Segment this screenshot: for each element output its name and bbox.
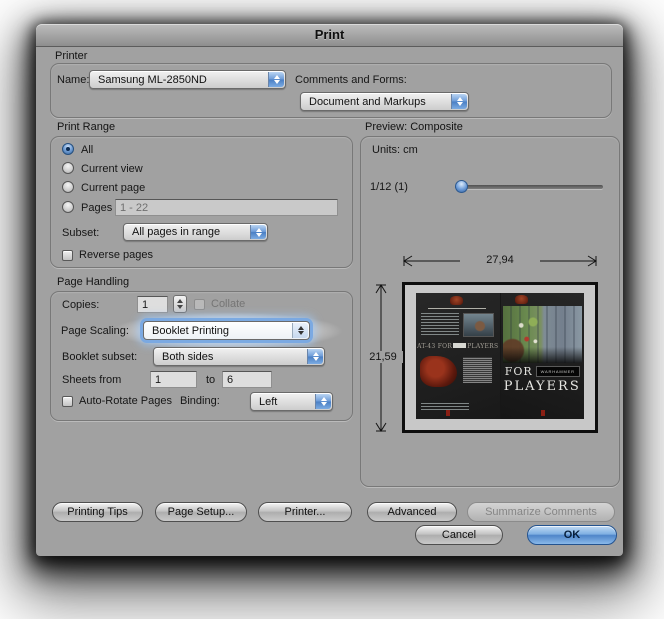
page-setup-button[interactable]: Page Setup... (155, 502, 247, 522)
comments-forms-label: Comments and Forms: (295, 74, 407, 86)
sheets-from-input[interactable] (150, 371, 197, 388)
printer-button[interactable]: Printer... (258, 502, 352, 522)
auto-rotate-checkbox[interactable] (62, 396, 73, 407)
popup-arrows-icon (292, 323, 308, 338)
page-scaling-label: Page Scaling: (61, 325, 129, 337)
popup-arrows-icon (250, 225, 266, 239)
binding-label: Binding: (180, 395, 220, 407)
booklet-front-cover: FOR WARHAMMER PLAYERS (500, 293, 584, 419)
ok-button[interactable]: OK (527, 525, 617, 545)
miniature-photo (462, 313, 494, 337)
sheets-to-label: to (206, 374, 216, 386)
binding-value: Left (259, 395, 278, 408)
reverse-pages-checkbox[interactable] (62, 250, 73, 261)
publisher-emblem-icon (514, 295, 528, 304)
binding-select[interactable]: Left (250, 392, 333, 411)
miniatures-photo (502, 306, 582, 363)
page-handling-section-label: Page Handling (57, 276, 130, 288)
printer-section-label: Printer (55, 50, 88, 62)
pages-range-input[interactable] (115, 199, 338, 216)
summarize-comments-button: Summarize Comments (467, 502, 615, 522)
preview-page-thumbnail: AT-43 FOR PLAYERS FOR WARHAMMER PLAYERS (402, 282, 598, 433)
red-artwork (420, 356, 457, 387)
subset-label: Subset: (62, 227, 100, 239)
auto-rotate-label: Auto-Rotate Pages (79, 395, 172, 407)
publisher-emblem-icon (450, 296, 463, 305)
preview-zoom-slider-track[interactable] (455, 185, 603, 189)
screenshot-canvas: Print Printer Name: Samsung ML-2850ND Co… (0, 0, 664, 619)
radio-pages-label: Pages (81, 202, 113, 214)
popup-arrows-icon (268, 72, 284, 87)
radio-all[interactable] (62, 143, 74, 155)
popup-arrows-icon (307, 349, 323, 364)
booklet-spread: AT-43 FOR PLAYERS FOR WARHAMMER PLAYERS (416, 293, 584, 419)
preview-section-label: Preview: Composite (365, 121, 463, 133)
fine-print-block (462, 357, 492, 383)
printer-name-value: Samsung ML-2850ND (98, 73, 207, 86)
booklet-subset-label: Booklet subset: (62, 351, 138, 363)
reverse-pages-label: Reverse pages (79, 249, 153, 261)
sheets-from-label: Sheets from (62, 374, 122, 386)
zoom-indicator: 1/12 (1) (370, 181, 408, 193)
printer-name-select[interactable]: Samsung ML-2850ND (89, 70, 286, 89)
radio-all-label: All (81, 144, 94, 156)
radio-pages[interactable] (62, 201, 74, 213)
collate-label: Collate (211, 298, 246, 310)
print-dialog: Print Printer Name: Samsung ML-2850ND Co… (36, 24, 623, 556)
subset-select[interactable]: All pages in range (123, 223, 268, 241)
page-scaling-select[interactable]: Booklet Printing (143, 321, 310, 340)
radio-current-view-label: Current view (81, 163, 143, 175)
printing-tips-button[interactable]: Printing Tips (52, 502, 143, 522)
units-label: Units: cm (372, 144, 418, 156)
back-cover-title: AT-43 FOR PLAYERS (417, 343, 499, 350)
width-dimension-value: 27,94 (460, 254, 540, 266)
advanced-button[interactable]: Advanced (367, 502, 457, 522)
booklet-subset-select[interactable]: Both sides (153, 347, 325, 366)
comments-forms-select[interactable]: Document and Markups (300, 92, 469, 111)
radio-current-page-label: Current page (81, 182, 146, 194)
copies-stepper[interactable] (173, 295, 187, 313)
printer-name-label: Name: (57, 74, 90, 86)
popup-arrows-icon (315, 394, 331, 409)
cancel-button[interactable]: Cancel (415, 525, 503, 545)
popup-arrows-icon (451, 94, 467, 109)
sheets-to-input[interactable] (222, 371, 272, 388)
page-scaling-value: Booklet Printing (152, 324, 230, 337)
radio-current-view[interactable] (62, 162, 74, 174)
comments-forms-value: Document and Markups (309, 95, 426, 108)
copies-input[interactable] (137, 296, 168, 313)
title-bar[interactable]: Print (36, 24, 623, 47)
booklet-subset-value: Both sides (162, 350, 214, 363)
collate-checkbox (194, 299, 205, 310)
front-cover-title: FOR WARHAMMER PLAYERS (503, 365, 581, 394)
print-range-section-label: Print Range (57, 121, 116, 133)
height-dimension-value: 21,59 (363, 351, 403, 363)
window-title: Print (314, 27, 345, 42)
preview-zoom-slider-thumb[interactable] (455, 180, 468, 193)
subset-value: All pages in range (132, 226, 221, 238)
radio-current-page[interactable] (62, 181, 74, 193)
copies-label: Copies: (62, 299, 100, 311)
booklet-back-cover: AT-43 FOR PLAYERS (416, 293, 500, 419)
